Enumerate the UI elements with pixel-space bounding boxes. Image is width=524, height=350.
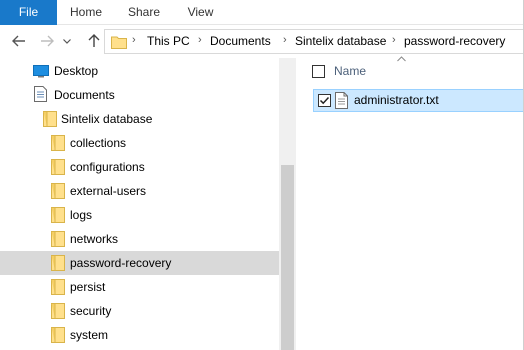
tree-item-logs[interactable]: logs <box>0 203 279 227</box>
breadcrumb-documents[interactable]: Documents <box>210 30 271 53</box>
tree-item-password-recovery[interactable]: password-recovery <box>0 251 279 275</box>
tree-item-documents[interactable]: Documents <box>0 83 279 107</box>
breadcrumb-password-recovery[interactable]: password-recovery <box>404 30 505 53</box>
tree-item-label: networks <box>70 232 119 246</box>
folder-icon <box>51 231 65 247</box>
tree-item-sintelix-database[interactable]: Sintelix database <box>0 107 279 131</box>
chevron-down-icon <box>63 38 71 44</box>
breadcrumb-this-pc[interactable]: This PC <box>147 30 190 53</box>
recent-locations-button[interactable] <box>60 31 74 51</box>
tree-item-collections[interactable]: collections <box>0 131 279 155</box>
tree-item-label: system <box>70 328 109 342</box>
tree-item-label: password-recovery <box>70 256 172 270</box>
column-header-name[interactable]: Name <box>334 61 366 81</box>
tree-item-persist[interactable]: persist <box>0 275 279 299</box>
select-all-checkbox[interactable] <box>312 65 325 78</box>
tree-item-label: Desktop <box>54 64 99 78</box>
text-file-icon <box>335 92 348 109</box>
ribbon-tab-bar: File Home Share View <box>0 0 524 25</box>
address-bar[interactable]: › This PC › Documents › Sintelix databas… <box>104 29 524 54</box>
folder-icon <box>51 255 65 271</box>
back-button[interactable] <box>9 31 29 51</box>
breadcrumb-sintelix-database[interactable]: Sintelix database <box>295 30 386 53</box>
breadcrumb-separator-icon[interactable]: › <box>392 34 396 46</box>
folder-icon <box>51 207 65 223</box>
breadcrumb-separator-icon[interactable]: › <box>132 34 136 46</box>
tab-home[interactable]: Home <box>57 0 115 25</box>
tree-item-system[interactable]: system <box>0 323 279 347</box>
forward-button[interactable] <box>37 31 57 51</box>
checkmark-icon <box>319 96 330 105</box>
file-row-administrator-txt[interactable]: administrator.txt <box>313 89 524 112</box>
tree-item-label: persist <box>70 280 106 294</box>
arrow-left-icon <box>12 35 25 47</box>
scrollbar-thumb[interactable] <box>281 165 294 350</box>
up-button[interactable] <box>84 31 104 51</box>
tree-item-external-users[interactable]: external-users <box>0 179 279 203</box>
navigation-pane: Desktop Documents Sintelix database coll… <box>0 58 296 350</box>
arrow-right-icon <box>41 35 54 47</box>
tree-item-label: logs <box>70 208 93 222</box>
tab-file[interactable]: File <box>0 0 57 25</box>
tree-item-configurations[interactable]: configurations <box>0 155 279 179</box>
folder-icon <box>51 303 65 319</box>
tree-item-label: Documents <box>54 88 115 102</box>
folder-icon <box>51 183 65 199</box>
sort-ascending-icon <box>397 56 406 62</box>
tab-share[interactable]: Share <box>115 0 173 25</box>
file-checkbox[interactable] <box>318 94 331 107</box>
folder-icon <box>51 279 65 295</box>
tree-item-networks[interactable]: networks <box>0 227 279 251</box>
folder-icon <box>51 135 65 151</box>
folder-icon <box>51 159 65 175</box>
folder-icon <box>111 36 127 49</box>
tab-view[interactable]: View <box>173 0 228 25</box>
tree-item-label: external-users <box>70 184 147 198</box>
tree-item-label: Sintelix database <box>61 112 153 126</box>
tree-item-label: configurations <box>70 160 145 174</box>
documents-icon <box>34 86 47 102</box>
navigation-bar: › This PC › Documents › Sintelix databas… <box>0 25 524 58</box>
arrow-up-icon <box>88 34 100 47</box>
folder-icon <box>51 327 65 343</box>
file-name: administrator.txt <box>354 93 439 107</box>
tree-item-security[interactable]: security <box>0 299 279 323</box>
breadcrumb-separator-icon[interactable]: › <box>283 34 287 46</box>
desktop-icon <box>33 65 49 78</box>
tree-item-label: security <box>70 304 112 318</box>
folder-icon <box>43 111 57 127</box>
tree-item-label: collections <box>70 136 127 150</box>
breadcrumb-separator-icon[interactable]: › <box>198 34 202 46</box>
tree-item-desktop[interactable]: Desktop <box>0 59 279 83</box>
